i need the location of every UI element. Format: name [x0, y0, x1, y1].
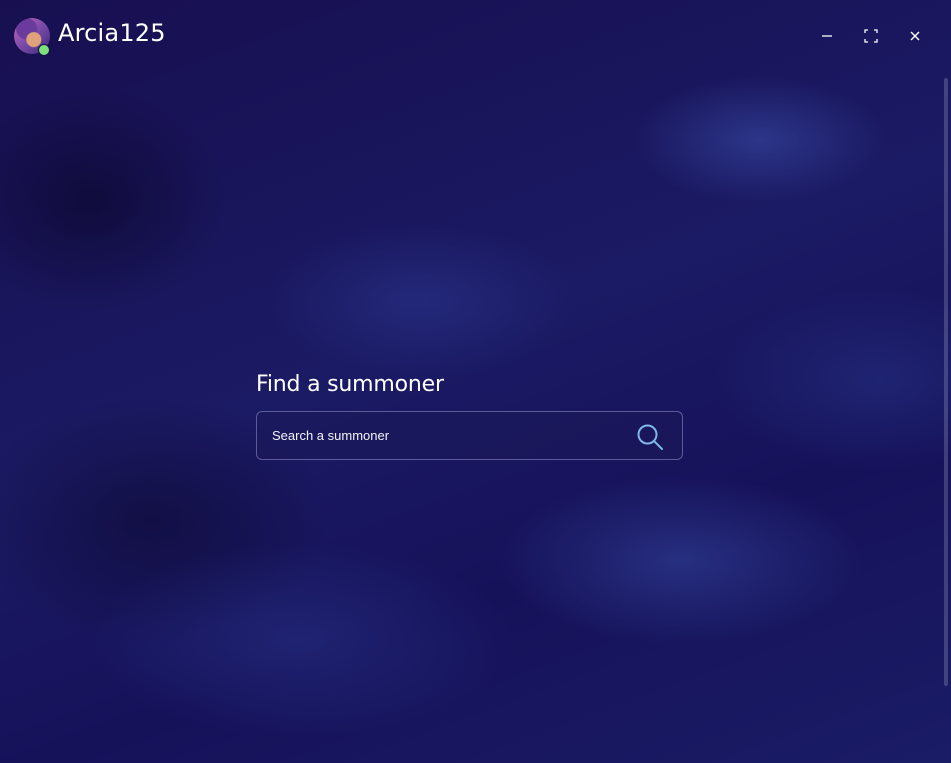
summoner-search-section: Find a summoner	[256, 372, 683, 460]
close-icon	[909, 30, 921, 42]
username-label: Arcia125	[58, 19, 166, 47]
minimize-button[interactable]	[815, 24, 839, 48]
search-input[interactable]	[272, 412, 612, 459]
close-button[interactable]	[903, 24, 927, 48]
maximize-icon	[864, 29, 878, 43]
search-box[interactable]	[256, 411, 683, 460]
maximize-button[interactable]	[859, 24, 883, 48]
titlebar: Arcia125	[0, 0, 951, 70]
search-icon[interactable]	[635, 422, 665, 452]
online-status-badge	[38, 44, 50, 56]
scrollbar[interactable]	[944, 78, 948, 686]
page-title: Find a summoner	[256, 372, 444, 397]
minimize-icon	[821, 30, 833, 42]
app-window: Arcia125 Find a summoner	[0, 0, 951, 763]
